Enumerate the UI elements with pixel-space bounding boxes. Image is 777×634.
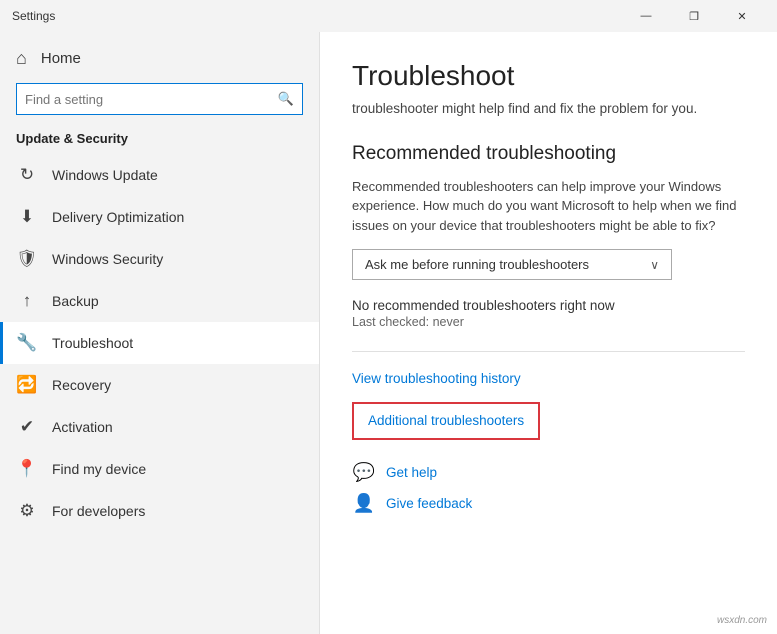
sidebar-item-label: Delivery Optimization — [52, 209, 184, 225]
sidebar: ⌂ Home 🔍 Update & Security ↻ Windows Upd… — [0, 32, 320, 634]
sidebar-item-activation[interactable]: ✔ Activation — [0, 406, 319, 448]
give-feedback-link[interactable]: Give feedback — [386, 496, 472, 511]
page-title: Troubleshoot — [352, 60, 745, 92]
sidebar-item-troubleshoot[interactable]: 🔧 Troubleshoot — [0, 322, 319, 364]
sidebar-item-find-my-device[interactable]: 📍 Find my device — [0, 448, 319, 490]
last-checked-text: Last checked: never — [352, 315, 745, 329]
troubleshoot-icon: 🔧 — [16, 333, 38, 353]
sidebar-item-label: Activation — [52, 419, 113, 435]
recommended-section-title: Recommended troubleshooting — [352, 143, 745, 165]
maximize-button[interactable]: ❐ — [671, 0, 717, 32]
home-icon: ⌂ — [16, 48, 27, 69]
sidebar-item-for-developers[interactable]: ⚙ For developers — [0, 490, 319, 532]
title-bar-title: Settings — [12, 9, 55, 23]
sidebar-item-label: Recovery — [52, 377, 111, 393]
sidebar-item-label: Troubleshoot — [52, 335, 133, 351]
search-icon: 🔍 — [278, 91, 294, 107]
sidebar-item-recovery[interactable]: 🔁 Recovery — [0, 364, 319, 406]
find-my-device-icon: 📍 — [16, 459, 38, 479]
divider — [352, 351, 745, 352]
sidebar-section-title: Update & Security — [0, 127, 319, 154]
sidebar-item-windows-update[interactable]: ↻ Windows Update — [0, 154, 319, 196]
sidebar-item-label: Windows Update — [52, 167, 158, 183]
for-developers-icon: ⚙ — [16, 501, 38, 521]
search-input[interactable] — [25, 92, 278, 107]
sidebar-home[interactable]: ⌂ Home — [0, 32, 319, 79]
windows-update-icon: ↻ — [16, 165, 38, 185]
page-subtitle: troubleshooter might help find and fix t… — [352, 100, 745, 119]
additional-troubleshooters-box: Additional troubleshooters — [352, 402, 540, 440]
get-help-icon: 💬 — [352, 462, 376, 483]
watermark: wsxdn.com — [717, 615, 767, 626]
delivery-optimization-icon: ⬇ — [16, 207, 38, 227]
search-box[interactable]: 🔍 — [16, 83, 303, 115]
sidebar-item-backup[interactable]: ↑ Backup — [0, 280, 319, 322]
sidebar-item-label: Find my device — [52, 461, 146, 477]
activation-icon: ✔ — [16, 417, 38, 437]
minimize-button[interactable]: — — [623, 0, 669, 32]
sidebar-home-label: Home — [41, 50, 81, 67]
sidebar-item-windows-security[interactable]: 🛡 Windows Security — [0, 238, 319, 280]
give-feedback-icon: 👤 — [352, 493, 376, 514]
recovery-icon: 🔁 — [16, 375, 38, 395]
backup-icon: ↑ — [16, 291, 38, 311]
dropdown-label: Ask me before running troubleshooters — [365, 257, 589, 272]
get-help-item: 💬 Get help — [352, 462, 745, 483]
sidebar-item-delivery-optimization[interactable]: ⬇ Delivery Optimization — [0, 196, 319, 238]
get-help-link[interactable]: Get help — [386, 465, 437, 480]
title-bar-controls: — ❐ ✕ — [623, 0, 765, 32]
close-button[interactable]: ✕ — [719, 0, 765, 32]
view-troubleshooting-history-link[interactable]: View troubleshooting history — [352, 371, 521, 386]
title-bar: Settings — ❐ ✕ — [0, 0, 777, 32]
content-area: Troubleshoot troubleshooter might help f… — [320, 32, 777, 634]
app-body: ⌂ Home 🔍 Update & Security ↻ Windows Upd… — [0, 32, 777, 634]
give-feedback-item: 👤 Give feedback — [352, 493, 745, 514]
additional-troubleshooters-link[interactable]: Additional troubleshooters — [368, 413, 524, 428]
windows-security-icon: 🛡 — [16, 249, 38, 269]
recommended-section-desc: Recommended troubleshooters can help imp… — [352, 177, 745, 236]
chevron-down-icon: ∨ — [650, 258, 659, 272]
no-troubleshooters-text: No recommended troubleshooters right now — [352, 298, 745, 313]
sidebar-item-label: Backup — [52, 293, 99, 309]
sidebar-item-label: For developers — [52, 503, 145, 519]
sidebar-item-label: Windows Security — [52, 251, 163, 267]
troubleshooter-dropdown[interactable]: Ask me before running troubleshooters ∨ — [352, 249, 672, 280]
